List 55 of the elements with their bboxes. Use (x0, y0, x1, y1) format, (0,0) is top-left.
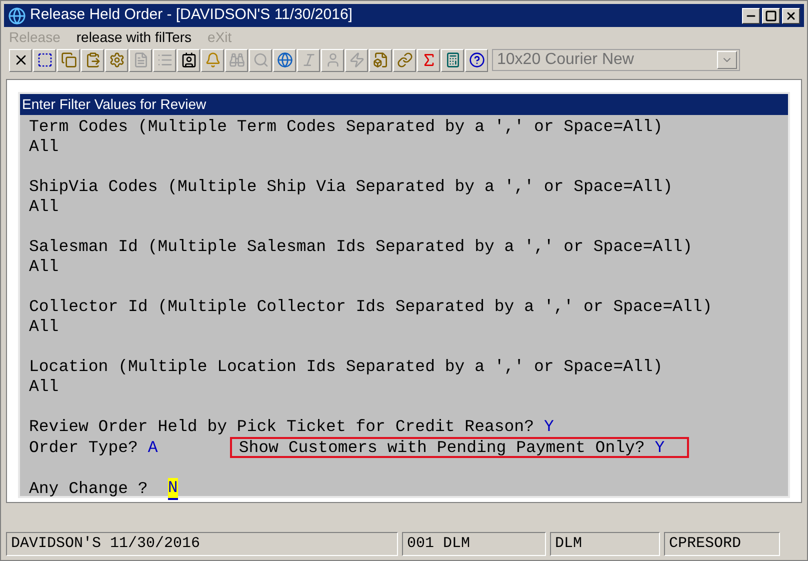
contact-card-icon (180, 52, 196, 68)
order-type-value: A (148, 438, 158, 458)
binoculars-icon (228, 52, 244, 68)
credit-reason-value: Y (544, 417, 554, 437)
person-icon (324, 52, 340, 68)
toolbar-button[interactable] (441, 48, 464, 72)
toolbar-button[interactable] (465, 48, 488, 72)
filter-value: All (29, 317, 60, 337)
toolbar-button[interactable] (177, 48, 200, 72)
copy-icon (60, 52, 76, 68)
filter-value: All (29, 137, 60, 157)
filter-label: Term Codes (Multiple Term Codes Separated by a ',' or Space=All) (29, 117, 664, 137)
document-icon (132, 52, 148, 68)
filter-label: Salesman Id (Multiple Salesman Ids Separated by a ',' or Space=All) (29, 237, 694, 257)
paste-icon (84, 52, 100, 68)
list-icon (156, 52, 172, 68)
filter-label: Location (Multiple Location Ids Separated by a ',' or Space=All) (29, 357, 664, 377)
panel-title: Enter Filter Values for Review (22, 95, 206, 114)
font-select-value: 10x20 Courier New (497, 50, 634, 70)
search-icon (252, 52, 268, 68)
filter-label: Collector Id (Multiple Collector Ids Separated by a ',' or Space=All) (29, 297, 714, 317)
dashed-square-icon (36, 52, 52, 68)
maximize-button[interactable] (762, 8, 780, 24)
window-title: Release Held Order - [DAVIDSON'S 11/30/2016] (30, 5, 352, 26)
status-field: DLM (550, 532, 660, 556)
help-pointer-icon (468, 52, 484, 68)
app-globe-icon (8, 6, 26, 24)
calculator-icon (444, 52, 460, 68)
maximize-icon (765, 10, 777, 22)
any-change-field[interactable]: N (168, 478, 178, 500)
globe-icon (276, 52, 292, 68)
bell-icon (204, 52, 220, 68)
credit-reason-label: Review Order Held by Pick Ticket for Credit Reason? (29, 417, 534, 437)
filter-value: All (29, 197, 60, 217)
link-icon (396, 52, 412, 68)
toolbar-button[interactable] (33, 48, 56, 72)
status-field: DAVIDSON'S 11/30/2016 (6, 532, 398, 556)
lightning-icon (348, 52, 364, 68)
pending-payment-label: Show Customers with Pending Payment Only? (238, 438, 645, 458)
status-field: 001 DLM (402, 532, 546, 556)
close-button[interactable] (782, 8, 800, 24)
filter-value: All (29, 377, 60, 397)
toolbar-button[interactable] (273, 48, 296, 72)
lightning-document-icon (372, 52, 388, 68)
status-field: CPRESORD (664, 532, 780, 556)
filter-value: All (29, 257, 60, 277)
gear-icon (108, 52, 124, 68)
menu-item[interactable]: release with filTers (76, 26, 192, 48)
minimize-button[interactable] (742, 8, 760, 24)
any-change-label: Any Change ? (29, 479, 148, 499)
close-icon (785, 10, 797, 22)
toolbar-button[interactable] (9, 48, 32, 72)
pending-payment-value: Y (654, 438, 665, 458)
order-type-label: Order Type? (29, 438, 138, 458)
filter-label: ShipVia Codes (Multiple Ship Via Separated by a ',' or Space=All) (29, 177, 674, 197)
